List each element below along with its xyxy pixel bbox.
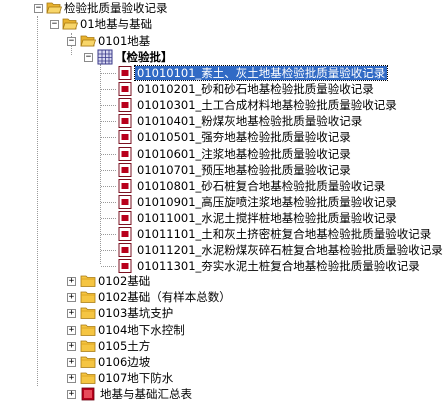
- tree-line: [101, 217, 116, 219]
- document-icon: [118, 66, 132, 80]
- tree-line: [101, 169, 116, 171]
- tree-node-label: 【检验批】: [115, 50, 173, 64]
- tree-node-label: 01010401_粉煤灰地基检验批质量验收记录: [137, 114, 363, 129]
- document-icon: [118, 114, 132, 129]
- tree-node-label: 01011301_夯实水泥土桩复合地基检验批质量验收记录: [137, 259, 420, 274]
- folder-icon: [80, 275, 96, 287]
- document-icon: [118, 259, 132, 274]
- tree-view: 检验批质量验收记录 01地基与基础 0101地基 【检验批】 01010101_…: [0, 0, 448, 402]
- tree-line: [101, 89, 116, 91]
- tree-node-label: 01010201_砂和砂石地基检验批质量验收记录: [137, 82, 374, 97]
- collapse-toggle[interactable]: [84, 53, 93, 62]
- document-icon: [118, 243, 132, 258]
- folder-icon: [80, 291, 96, 304]
- folder-icon: [80, 324, 96, 336]
- expand-toggle[interactable]: [67, 390, 76, 399]
- tree-line: [101, 266, 116, 268]
- tree-node-label: 01010301_土工合成材料地基检验批质量验收记录: [137, 98, 397, 113]
- document-icon: [118, 82, 132, 97]
- report-book-icon: [81, 387, 95, 401]
- expand-toggle[interactable]: [67, 325, 76, 335]
- expand-toggle[interactable]: [67, 341, 76, 351]
- tree-node-label: 01010601_注浆地基检验批质量验收记录: [137, 146, 351, 161]
- tree-line: [101, 153, 116, 155]
- document-icon: [118, 162, 132, 177]
- document-icon: [118, 227, 132, 241]
- document-icon: [118, 130, 132, 145]
- tree-node-label: 检验批质量验收记录: [64, 1, 168, 15]
- expand-toggle[interactable]: [67, 309, 76, 319]
- document-icon: [118, 98, 132, 113]
- tree-node-label: 0107地下防水: [98, 371, 174, 386]
- tree-node-label: 0103基坑支护: [98, 306, 174, 321]
- folder-open-icon: [46, 2, 62, 14]
- tree-node-label: 0102基础: [98, 274, 151, 288]
- document-icon: [118, 178, 132, 193]
- tree-node-label: 01地基与基础: [80, 17, 153, 31]
- tree-node-label: 01011201_水泥粉煤灰碎石桩复合地基检验批质量验收记录: [137, 243, 443, 258]
- tree-node-label: 0106边坡: [98, 355, 151, 369]
- tree-line: [101, 121, 116, 123]
- collapse-toggle[interactable]: [34, 4, 43, 13]
- collapse-toggle[interactable]: [50, 20, 59, 29]
- tree-node-label: 01010901_高压旋喷注浆地基检验批质量验收记录: [137, 194, 397, 209]
- tree-node-label: 01010501_强夯地基检验批质量验收记录: [137, 130, 351, 145]
- tree-node-label: 0104地下水控制: [98, 322, 185, 337]
- tree-node-label: 01010101_素土、灰土地基检验批质量验收记录: [133, 65, 389, 81]
- tree-node-label: 0102基础（有样本总数）: [98, 290, 231, 305]
- tree-node-label: 0101地基: [98, 34, 151, 48]
- tree-node-label: 地基与基础汇总表: [100, 387, 192, 401]
- tree-node-label: 01010801_砂石桩复合地基检验批质量验收记录: [137, 178, 386, 193]
- tree-line: [101, 73, 116, 74]
- expand-toggle[interactable]: [67, 358, 76, 367]
- expand-toggle[interactable]: [67, 293, 76, 303]
- tree-line: [37, 16, 38, 386]
- expand-toggle[interactable]: [67, 374, 76, 384]
- tree-line: [101, 137, 116, 139]
- grid-table-icon: [97, 49, 113, 65]
- tree-line: [101, 234, 116, 235]
- document-icon: [118, 194, 132, 209]
- folder-icon: [80, 307, 96, 320]
- tree-line: [101, 250, 116, 252]
- folder-open-icon: [62, 18, 78, 30]
- tree-node-label: 01010701_预压地基检验批质量验收记录: [137, 162, 351, 177]
- document-icon: [118, 210, 132, 225]
- folder-icon: [80, 372, 96, 385]
- expand-toggle[interactable]: [67, 277, 76, 286]
- folder-open-icon: [80, 35, 96, 47]
- tree-line: [101, 201, 116, 203]
- folder-icon: [80, 356, 96, 368]
- tree-node-label: 01011101_土和灰土挤密桩复合地基检验批质量验收记录: [137, 227, 432, 241]
- document-icon: [118, 146, 132, 161]
- tree-line: [101, 185, 116, 187]
- tree-node-label: 0105土方: [98, 338, 151, 353]
- tree-line: [101, 105, 116, 107]
- collapse-toggle[interactable]: [67, 37, 76, 46]
- folder-icon: [80, 340, 96, 352]
- tree-node-label: 01011001_水泥土搅拌桩地基检验批质量验收记录: [137, 210, 397, 225]
